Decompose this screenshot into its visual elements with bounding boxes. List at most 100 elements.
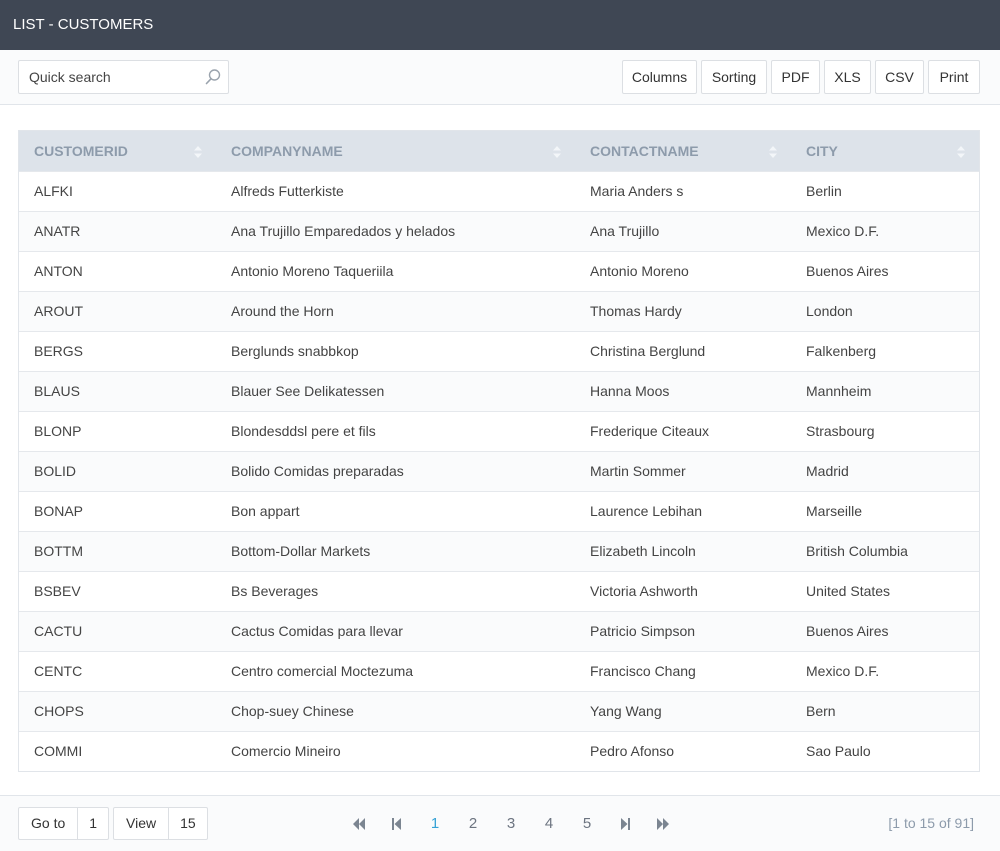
table-row[interactable]: BERGS Berglunds snabbkop Christina Berglun… — [19, 330, 979, 371]
cell-city: Buenos Aires — [791, 610, 979, 651]
page-number-4[interactable]: 4 — [530, 807, 568, 840]
page-number-3[interactable]: 3 — [492, 807, 530, 840]
xls-button[interactable]: XLS — [824, 60, 871, 94]
cell-companyname: Berglunds snabbkop — [216, 330, 575, 371]
table-row[interactable]: ANATR Ana Trujillo Emparedados y helados A… — [19, 210, 979, 251]
table-row[interactable]: BONAP Bon appart Laurence Lebihan Marseille — [19, 490, 979, 531]
page-numbers: 12345 — [416, 807, 606, 840]
column-header-companyname[interactable]: COMPANYNAME — [216, 131, 575, 171]
page-title: LIST - CUSTOMERS — [13, 16, 154, 33]
customers-grid: CUSTOMERID COMPANYNAME CONTACTNAME CITY ALF… — [18, 130, 980, 772]
sorting-button[interactable]: Sorting — [701, 60, 767, 94]
table-row[interactable]: CACTU Cactus Comidas para llevar Patricio … — [19, 610, 979, 651]
cell-contactname: Francisco Chang — [575, 650, 791, 691]
cell-companyname: Centro comercial Moctezuma — [216, 650, 575, 691]
page-header: LIST - CUSTOMERS — [0, 0, 1000, 50]
cell-customerid: BSBEV — [19, 570, 216, 611]
view-control[interactable]: View 15 — [113, 807, 208, 840]
goto-label: Go to — [31, 815, 66, 831]
sort-icon[interactable] — [194, 145, 202, 158]
table-row[interactable]: ALFKI Alfreds Futterkiste Maria Anders s Be… — [19, 170, 979, 211]
goto-input[interactable]: 1 — [77, 808, 108, 839]
column-header-customerid[interactable]: CUSTOMERID — [19, 131, 216, 171]
table-row[interactable]: BSBEV Bs Beverages Victoria Ashworth United… — [19, 570, 979, 611]
cell-customerid: BLONP — [19, 410, 216, 451]
cell-customerid: BOLID — [19, 450, 216, 491]
cell-city: Mexico D.F. — [791, 650, 979, 691]
cell-city: Marseille — [791, 490, 979, 531]
page-size-select[interactable]: 15 — [168, 808, 207, 839]
cell-companyname: Comercio Mineiro — [216, 730, 575, 771]
cell-city: United States — [791, 570, 979, 611]
cell-companyname: Bolido Comidas preparadas — [216, 450, 575, 491]
cell-city: Buenos Aires — [791, 250, 979, 291]
column-header-city[interactable]: CITY — [791, 131, 979, 171]
cell-contactname: Maria Anders s — [575, 170, 791, 211]
cell-companyname: Cactus Comidas para llevar — [216, 610, 575, 651]
table-row[interactable]: BLAUS Blauer See Delikatessen Hanna Moos Ma… — [19, 370, 979, 411]
table-row[interactable]: CHOPS Chop-suey Chinese Yang Wang Bern — [19, 690, 979, 731]
table-header-row: CUSTOMERID COMPANYNAME CONTACTNAME CITY — [19, 131, 979, 171]
skip-back-icon — [392, 817, 401, 830]
table-row[interactable]: AROUT Around the Horn Thomas Hardy London — [19, 290, 979, 331]
view-label: View — [126, 815, 157, 831]
last-page-button[interactable] — [644, 807, 682, 840]
cell-companyname: Blondesddsl pere et fils — [216, 410, 575, 451]
columns-button[interactable]: Columns — [622, 60, 697, 94]
quick-search[interactable] — [18, 60, 229, 94]
cell-companyname: Bon appart — [216, 490, 575, 531]
cell-companyname: Blauer See Delikatessen — [216, 370, 575, 411]
goto-control[interactable]: Go to 1 — [18, 807, 110, 840]
cell-companyname: Alfreds Futterkiste — [216, 170, 575, 211]
table-row[interactable]: BOLID Bolido Comidas preparadas Martin Som… — [19, 450, 979, 491]
cell-contactname: Thomas Hardy — [575, 290, 791, 331]
cell-customerid: CACTU — [19, 610, 216, 651]
cell-city: Berlin — [791, 170, 979, 211]
pager: 12345 — [340, 807, 682, 840]
page-number-2[interactable]: 2 — [454, 807, 492, 840]
sort-icon[interactable] — [957, 145, 965, 158]
cell-city: Strasbourg — [791, 410, 979, 451]
cell-customerid: BERGS — [19, 330, 216, 371]
table-row[interactable]: COMMI Comercio Mineiro Pedro Afonso Sao Pau… — [19, 730, 979, 771]
table-row[interactable]: CENTC Centro comercial Moctezuma Francisco… — [19, 650, 979, 691]
cell-city: Sao Paulo — [791, 730, 979, 771]
cell-companyname: Bottom-Dollar Markets — [216, 530, 575, 571]
cell-contactname: Elizabeth Lincoln — [575, 530, 791, 571]
cell-companyname: Bs Beverages — [216, 570, 575, 611]
page-number-5[interactable]: 5 — [568, 807, 606, 840]
first-page-button[interactable] — [340, 807, 378, 840]
cell-customerid: AROUT — [19, 290, 216, 331]
cell-contactname: Yang Wang — [575, 690, 791, 731]
column-header-contactname[interactable]: CONTACTNAME — [575, 131, 791, 171]
cell-companyname: Ana Trujillo Emparedados y helados — [216, 210, 575, 251]
table-row[interactable]: ANTON Antonio Moreno Taqueriila Antonio Mo… — [19, 250, 979, 291]
next-page-button[interactable] — [606, 807, 644, 840]
csv-button[interactable]: CSV — [875, 60, 924, 94]
search-icon[interactable] — [204, 68, 222, 86]
cell-customerid: CHOPS — [19, 690, 216, 731]
cell-contactname: Laurence Lebihan — [575, 490, 791, 531]
sort-icon[interactable] — [553, 145, 561, 158]
page-number-1[interactable]: 1 — [416, 807, 454, 840]
pdf-button[interactable]: PDF — [771, 60, 820, 94]
print-button[interactable]: Print — [928, 60, 980, 94]
double-chevron-left-icon — [353, 817, 365, 830]
cell-city: Bern — [791, 690, 979, 731]
cell-customerid: CENTC — [19, 650, 216, 691]
customers-table: CUSTOMERID COMPANYNAME CONTACTNAME CITY ALF… — [19, 131, 979, 771]
cell-customerid: ALFKI — [19, 170, 216, 211]
cell-contactname: Martin Sommer — [575, 450, 791, 491]
cell-contactname: Frederique Citeaux — [575, 410, 791, 451]
table-row[interactable]: BOTTM Bottom-Dollar Markets Elizabeth Linc… — [19, 530, 979, 571]
sort-icon[interactable] — [769, 145, 777, 158]
cell-contactname: Antonio Moreno — [575, 250, 791, 291]
pagination-footer: Go to 1 View 15 12345 [1 to 15 of 91] — [0, 795, 1000, 851]
cell-customerid: ANTON — [19, 250, 216, 291]
cell-customerid: BOTTM — [19, 530, 216, 571]
prev-page-button[interactable] — [378, 807, 416, 840]
column-header-label: COMPANYNAME — [231, 142, 343, 159]
search-input[interactable] — [19, 61, 199, 93]
table-row[interactable]: BLONP Blondesddsl pere et fils Frederique … — [19, 410, 979, 451]
cell-city: Mexico D.F. — [791, 210, 979, 251]
